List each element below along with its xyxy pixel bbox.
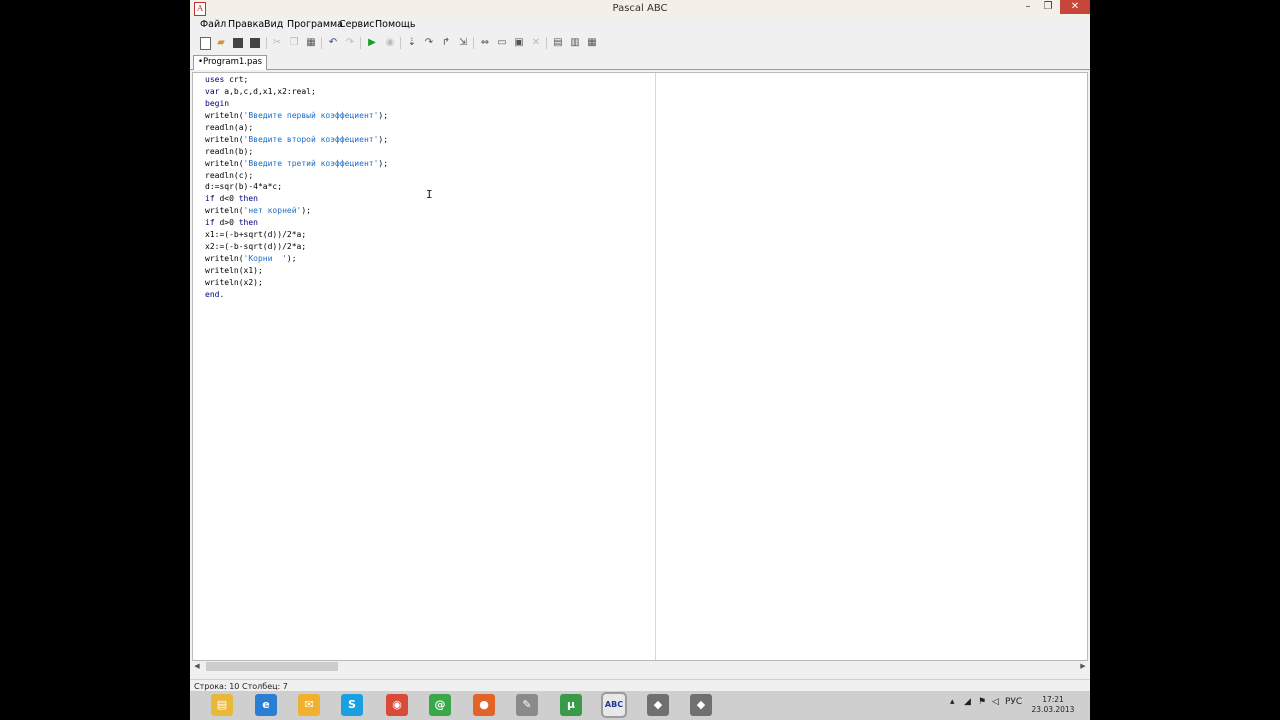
menu-service[interactable]: Сервис bbox=[339, 19, 375, 30]
undo-icon[interactable]: ↶ bbox=[327, 37, 339, 49]
paste-icon[interactable]: ▦ bbox=[305, 37, 317, 49]
run-to-cursor-icon[interactable]: ⇲ bbox=[457, 37, 469, 49]
menu-program[interactable]: Программа bbox=[287, 19, 343, 30]
toolbar-separator bbox=[546, 37, 547, 49]
code-line[interactable]: readln(a); bbox=[205, 122, 388, 134]
code-line[interactable]: writeln('Введите третий коэффециент'); bbox=[205, 158, 388, 170]
pascal-abc-window: A Pascal ABC – ❐ ✕ Файл Правка Вид Прогр… bbox=[190, 0, 1090, 692]
status-column: Столбец: 7 bbox=[242, 682, 288, 691]
step-out-icon[interactable]: ↱ bbox=[440, 37, 452, 49]
step-into-icon[interactable]: ⇣ bbox=[406, 37, 418, 49]
watch-icon[interactable]: ⇔ bbox=[479, 37, 491, 49]
close-button[interactable]: ✕ bbox=[1060, 0, 1090, 14]
toolbar: ▰ ✂ ❐ ▦ ↶ ↷ ▶ ◉ ⇣ ↷ ↱ ⇲ ⇔ ▭ ▣ ✕ ▤ ▥ ▦ bbox=[190, 35, 1090, 52]
network-icon[interactable]: ▴ bbox=[950, 697, 955, 707]
tab-strip: •Program1.pas bbox=[190, 54, 1090, 70]
window-title: Pascal ABC bbox=[612, 3, 668, 14]
maximize-button[interactable]: ❐ bbox=[1038, 0, 1058, 14]
scroll-left-arrow[interactable]: ◀ bbox=[192, 661, 202, 672]
run-icon[interactable]: ▶ bbox=[366, 37, 378, 49]
clock-time: 17:21 bbox=[1042, 695, 1064, 704]
signal-icon[interactable]: ◢ bbox=[964, 697, 971, 707]
utorrent-icon[interactable]: µ bbox=[560, 694, 582, 716]
menu-edit[interactable]: Правка bbox=[228, 19, 264, 30]
text-cursor-icon: I bbox=[426, 188, 433, 201]
menu-help[interactable]: Помощь bbox=[375, 19, 415, 30]
menu-view[interactable]: Вид bbox=[264, 19, 283, 30]
orange-app-icon[interactable]: ● bbox=[473, 694, 495, 716]
locals-icon[interactable]: ▣ bbox=[513, 37, 525, 49]
right-margin-line bbox=[655, 73, 656, 660]
copy-icon[interactable]: ❐ bbox=[288, 37, 300, 49]
clock-date: 23.03.2013 bbox=[1031, 705, 1075, 714]
minimize-button[interactable]: – bbox=[1018, 0, 1038, 14]
redo-icon[interactable]: ↷ bbox=[344, 37, 356, 49]
stop-icon[interactable]: ◉ bbox=[384, 37, 396, 49]
code-line[interactable]: writeln('Корни '); bbox=[205, 253, 388, 265]
toolbar-separator bbox=[266, 37, 267, 49]
code-line[interactable]: uses crt; bbox=[205, 74, 388, 86]
code-line[interactable]: writeln(x2); bbox=[205, 277, 388, 289]
compile-icon[interactable]: ▥ bbox=[569, 37, 581, 49]
options-icon[interactable]: ▦ bbox=[586, 37, 598, 49]
toolbar-separator bbox=[400, 37, 401, 49]
tab-program1[interactable]: •Program1.pas bbox=[193, 55, 268, 70]
volume-icon[interactable]: ◁ bbox=[992, 697, 999, 707]
code-line[interactable]: x2:=(-b-sqrt(d))/2*a; bbox=[205, 241, 388, 253]
code-line[interactable]: writeln(x1); bbox=[205, 265, 388, 277]
format-icon[interactable]: ▤ bbox=[552, 37, 564, 49]
tools-icon[interactable]: ✎ bbox=[516, 694, 538, 716]
close-debug-icon[interactable]: ✕ bbox=[530, 37, 542, 49]
code-text[interactable]: uses crt; var a,b,c,d,x1,x2:real; begin wri… bbox=[205, 74, 388, 301]
pascal-abc-taskbar-icon[interactable]: ABC bbox=[601, 692, 627, 718]
menu-file[interactable]: Файл bbox=[200, 19, 226, 30]
code-line[interactable]: var a,b,c,d,x1,x2:real; bbox=[205, 86, 388, 98]
open-icon[interactable]: ▰ bbox=[215, 37, 227, 49]
cut-icon[interactable]: ✂ bbox=[271, 37, 283, 49]
code-line[interactable]: end. bbox=[205, 289, 388, 301]
internet-explorer-icon[interactable]: e bbox=[255, 694, 277, 716]
code-line[interactable]: writeln('Введите первый коэффециент'); bbox=[205, 110, 388, 122]
flag-icon[interactable]: ⚑ bbox=[978, 697, 986, 707]
code-line[interactable]: begin bbox=[205, 98, 388, 110]
skype-icon[interactable]: S bbox=[341, 694, 363, 716]
code-editor[interactable]: uses crt; var a,b,c,d,x1,x2:real; begin wri… bbox=[192, 72, 1088, 661]
toolbar-separator bbox=[321, 37, 322, 49]
toolbar-separator bbox=[360, 37, 361, 49]
code-line[interactable]: d:=sqr(b)-4*a*c; bbox=[205, 181, 388, 193]
language-indicator[interactable]: РУС bbox=[1005, 697, 1022, 707]
app-icon-a[interactable]: ◆ bbox=[647, 694, 669, 716]
code-line[interactable]: x1:=(-b+sqrt(d))/2*a; bbox=[205, 229, 388, 241]
code-line[interactable]: if d<0 then bbox=[205, 193, 388, 205]
taskbar: ▤ e ✉ S ◉ @ ● ✎ µ ABC ◆ ◆ ▴ ◢ ⚑ ◁ РУС 17:21 23.03.2… bbox=[190, 691, 1090, 720]
toolbar-separator bbox=[473, 37, 474, 49]
code-line[interactable]: writeln('Введите второй коэффециент'); bbox=[205, 134, 388, 146]
menu-bar: Файл Правка Вид Программа Сервис Помощь bbox=[190, 17, 1090, 33]
scroll-right-arrow[interactable]: ▶ bbox=[1078, 661, 1088, 672]
scroll-thumb[interactable] bbox=[206, 662, 338, 671]
window-icon[interactable]: ▭ bbox=[496, 37, 508, 49]
chrome-icon[interactable]: ◉ bbox=[386, 694, 408, 716]
new-file-icon[interactable] bbox=[200, 37, 211, 50]
mail-agent-icon[interactable]: @ bbox=[429, 694, 451, 716]
file-explorer-icon[interactable]: ▤ bbox=[211, 694, 233, 716]
code-line[interactable]: if d>0 then bbox=[205, 217, 388, 229]
title-bar[interactable]: A Pascal ABC – ❐ ✕ bbox=[190, 0, 1090, 18]
horizontal-scrollbar[interactable]: ◀ ▶ bbox=[192, 661, 1088, 672]
code-line[interactable]: writeln('нет корней'); bbox=[205, 205, 388, 217]
status-row: Строка: 10 bbox=[194, 682, 240, 691]
code-line[interactable]: readln(b); bbox=[205, 146, 388, 158]
save-icon[interactable] bbox=[233, 38, 243, 48]
mail-icon[interactable]: ✉ bbox=[298, 694, 320, 716]
save-all-icon[interactable] bbox=[250, 38, 260, 48]
code-line[interactable]: readln(c); bbox=[205, 170, 388, 182]
clock[interactable]: 17:21 23.03.2013 bbox=[1028, 695, 1078, 715]
app-icon-b[interactable]: ◆ bbox=[690, 694, 712, 716]
step-over-icon[interactable]: ↷ bbox=[423, 37, 435, 49]
